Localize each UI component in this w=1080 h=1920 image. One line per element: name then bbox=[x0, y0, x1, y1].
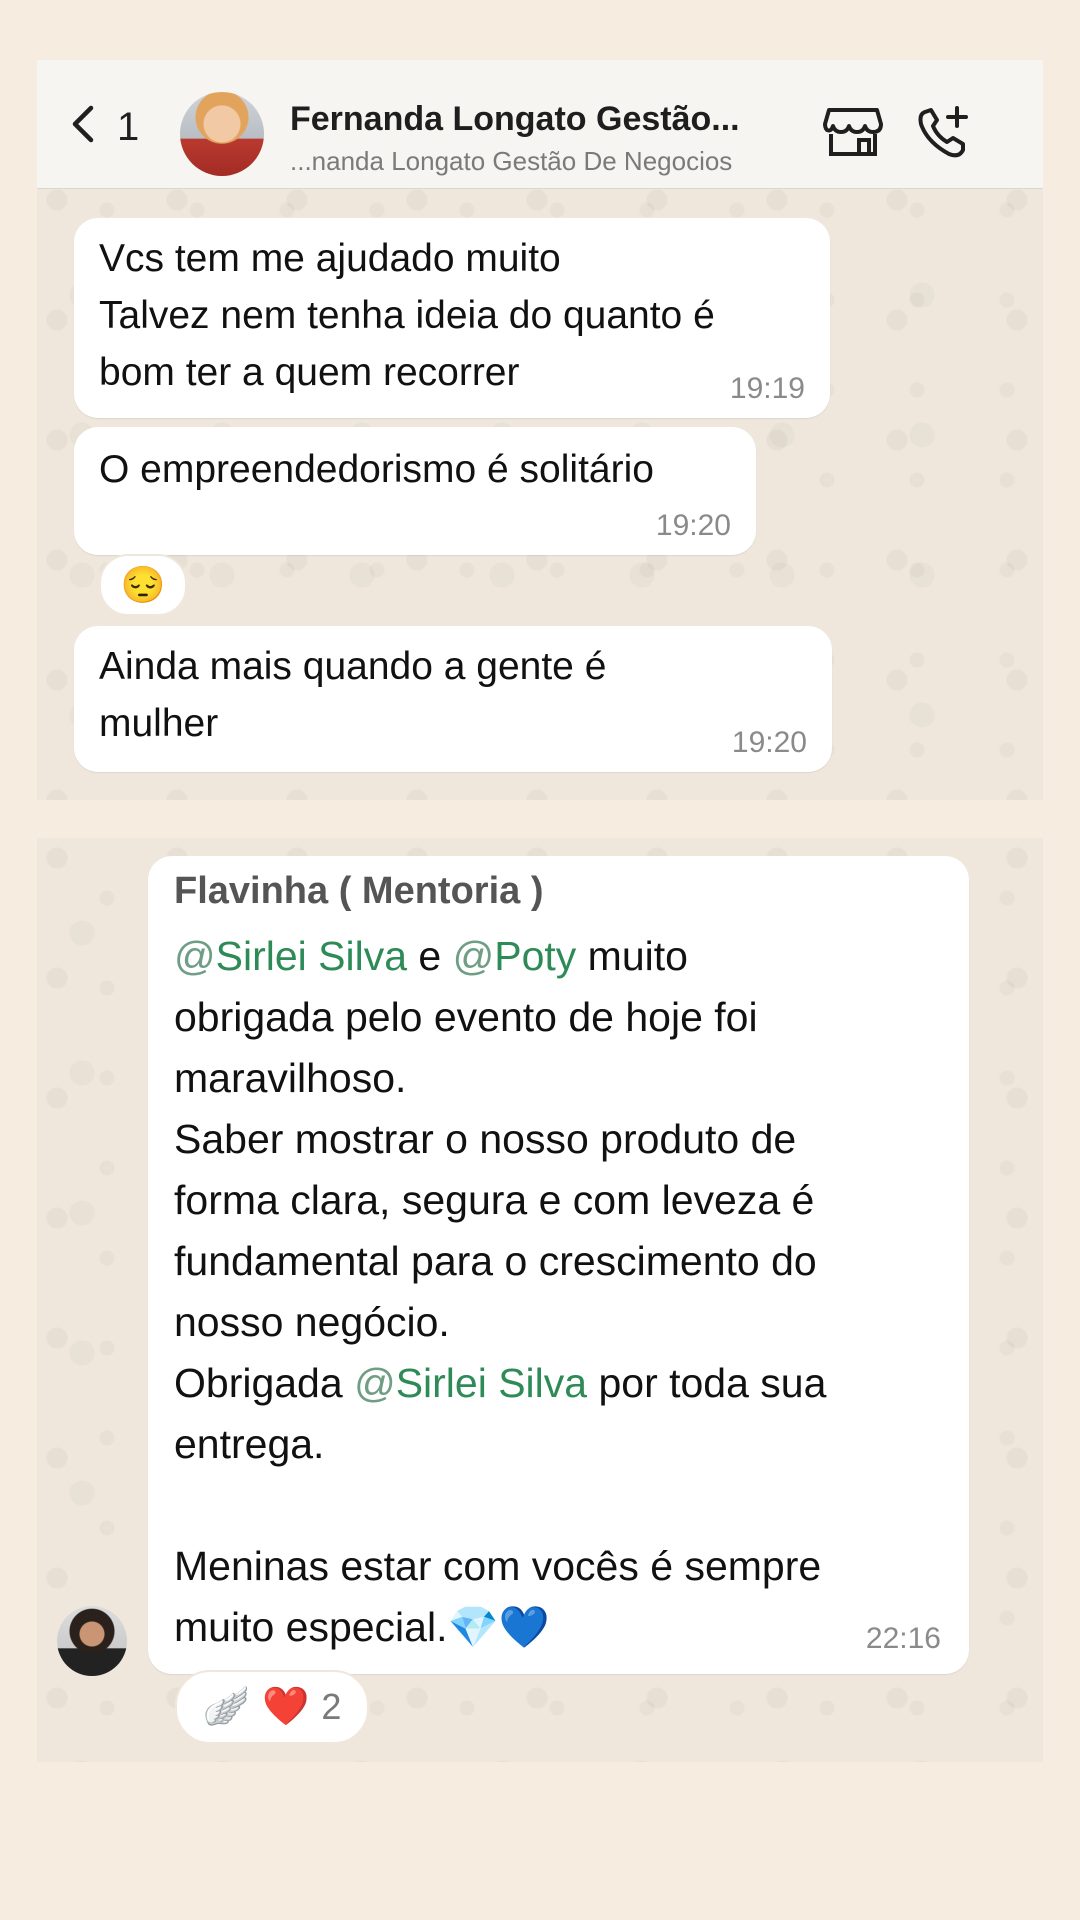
mention-link[interactable]: Poty bbox=[494, 933, 576, 979]
group-message-bubble[interactable]: Flavinha ( Mentoria ) @Sirlei Silva e @P… bbox=[148, 856, 969, 1674]
message-bubble[interactable]: Ainda mais quando a gente é mulher 19:20 bbox=[74, 626, 832, 772]
mention-at: @ bbox=[452, 933, 495, 979]
unread-count[interactable]: 1 bbox=[117, 105, 139, 150]
message-bubble[interactable]: Vcs tem me ajudado muito Talvez nem tenh… bbox=[74, 218, 830, 418]
chat-screenshot-top: 1 Fernanda Longato Gestão... ...nanda Lo… bbox=[37, 60, 1043, 800]
message-text: @Sirlei Silva e @Poty muito obrigada pel… bbox=[174, 926, 964, 1658]
reaction-emoji: 🪽 bbox=[202, 1686, 250, 1728]
message-text: Ainda mais quando a gente é mulher bbox=[99, 645, 607, 745]
message-fragment: e bbox=[407, 933, 453, 979]
message-time: 22:16 bbox=[865, 1622, 941, 1655]
mention-link[interactable]: Sirlei Silva bbox=[216, 933, 407, 979]
reaction-count: 2 bbox=[321, 1686, 342, 1727]
message-time: 19:20 bbox=[655, 509, 731, 542]
message-bubble[interactable]: O empreendedorismo é solitário 19:20 bbox=[74, 427, 756, 555]
chat-title[interactable]: Fernanda Longato Gestão... bbox=[290, 100, 790, 139]
sender-name[interactable]: Flavinha ( Mentoria ) bbox=[174, 870, 543, 913]
chat-subtitle[interactable]: ...nanda Longato Gestão De Negocios bbox=[290, 146, 810, 177]
message-text: O empreendedorismo é solitário bbox=[99, 448, 654, 491]
sender-avatar[interactable] bbox=[57, 1606, 127, 1676]
mention-link[interactable]: Sirlei Silva bbox=[396, 1360, 587, 1406]
message-text: Vcs tem me ajudado muito Talvez nem tenh… bbox=[99, 237, 715, 394]
mention-at: @ bbox=[174, 933, 216, 979]
message-fragment: muito obrigada pelo evento de hoje foi m… bbox=[174, 933, 817, 1406]
store-icon[interactable] bbox=[823, 106, 883, 158]
message-time: 19:20 bbox=[731, 726, 807, 759]
chat-header: 1 Fernanda Longato Gestão... ...nanda Lo… bbox=[37, 60, 1043, 189]
mention-at: @ bbox=[354, 1360, 396, 1406]
chat-screenshot-bottom: Flavinha ( Mentoria ) @Sirlei Silva e @P… bbox=[37, 838, 1043, 1762]
back-arrow-icon[interactable] bbox=[65, 104, 105, 144]
add-call-icon[interactable] bbox=[915, 104, 971, 160]
message-reactions[interactable]: 🪽 ❤️ 2 bbox=[175, 1670, 369, 1744]
message-time: 19:19 bbox=[729, 372, 805, 405]
contact-avatar[interactable] bbox=[180, 92, 264, 176]
reaction-emoji: ❤️ bbox=[261, 1686, 310, 1728]
message-reaction[interactable]: 😔 bbox=[99, 554, 187, 616]
